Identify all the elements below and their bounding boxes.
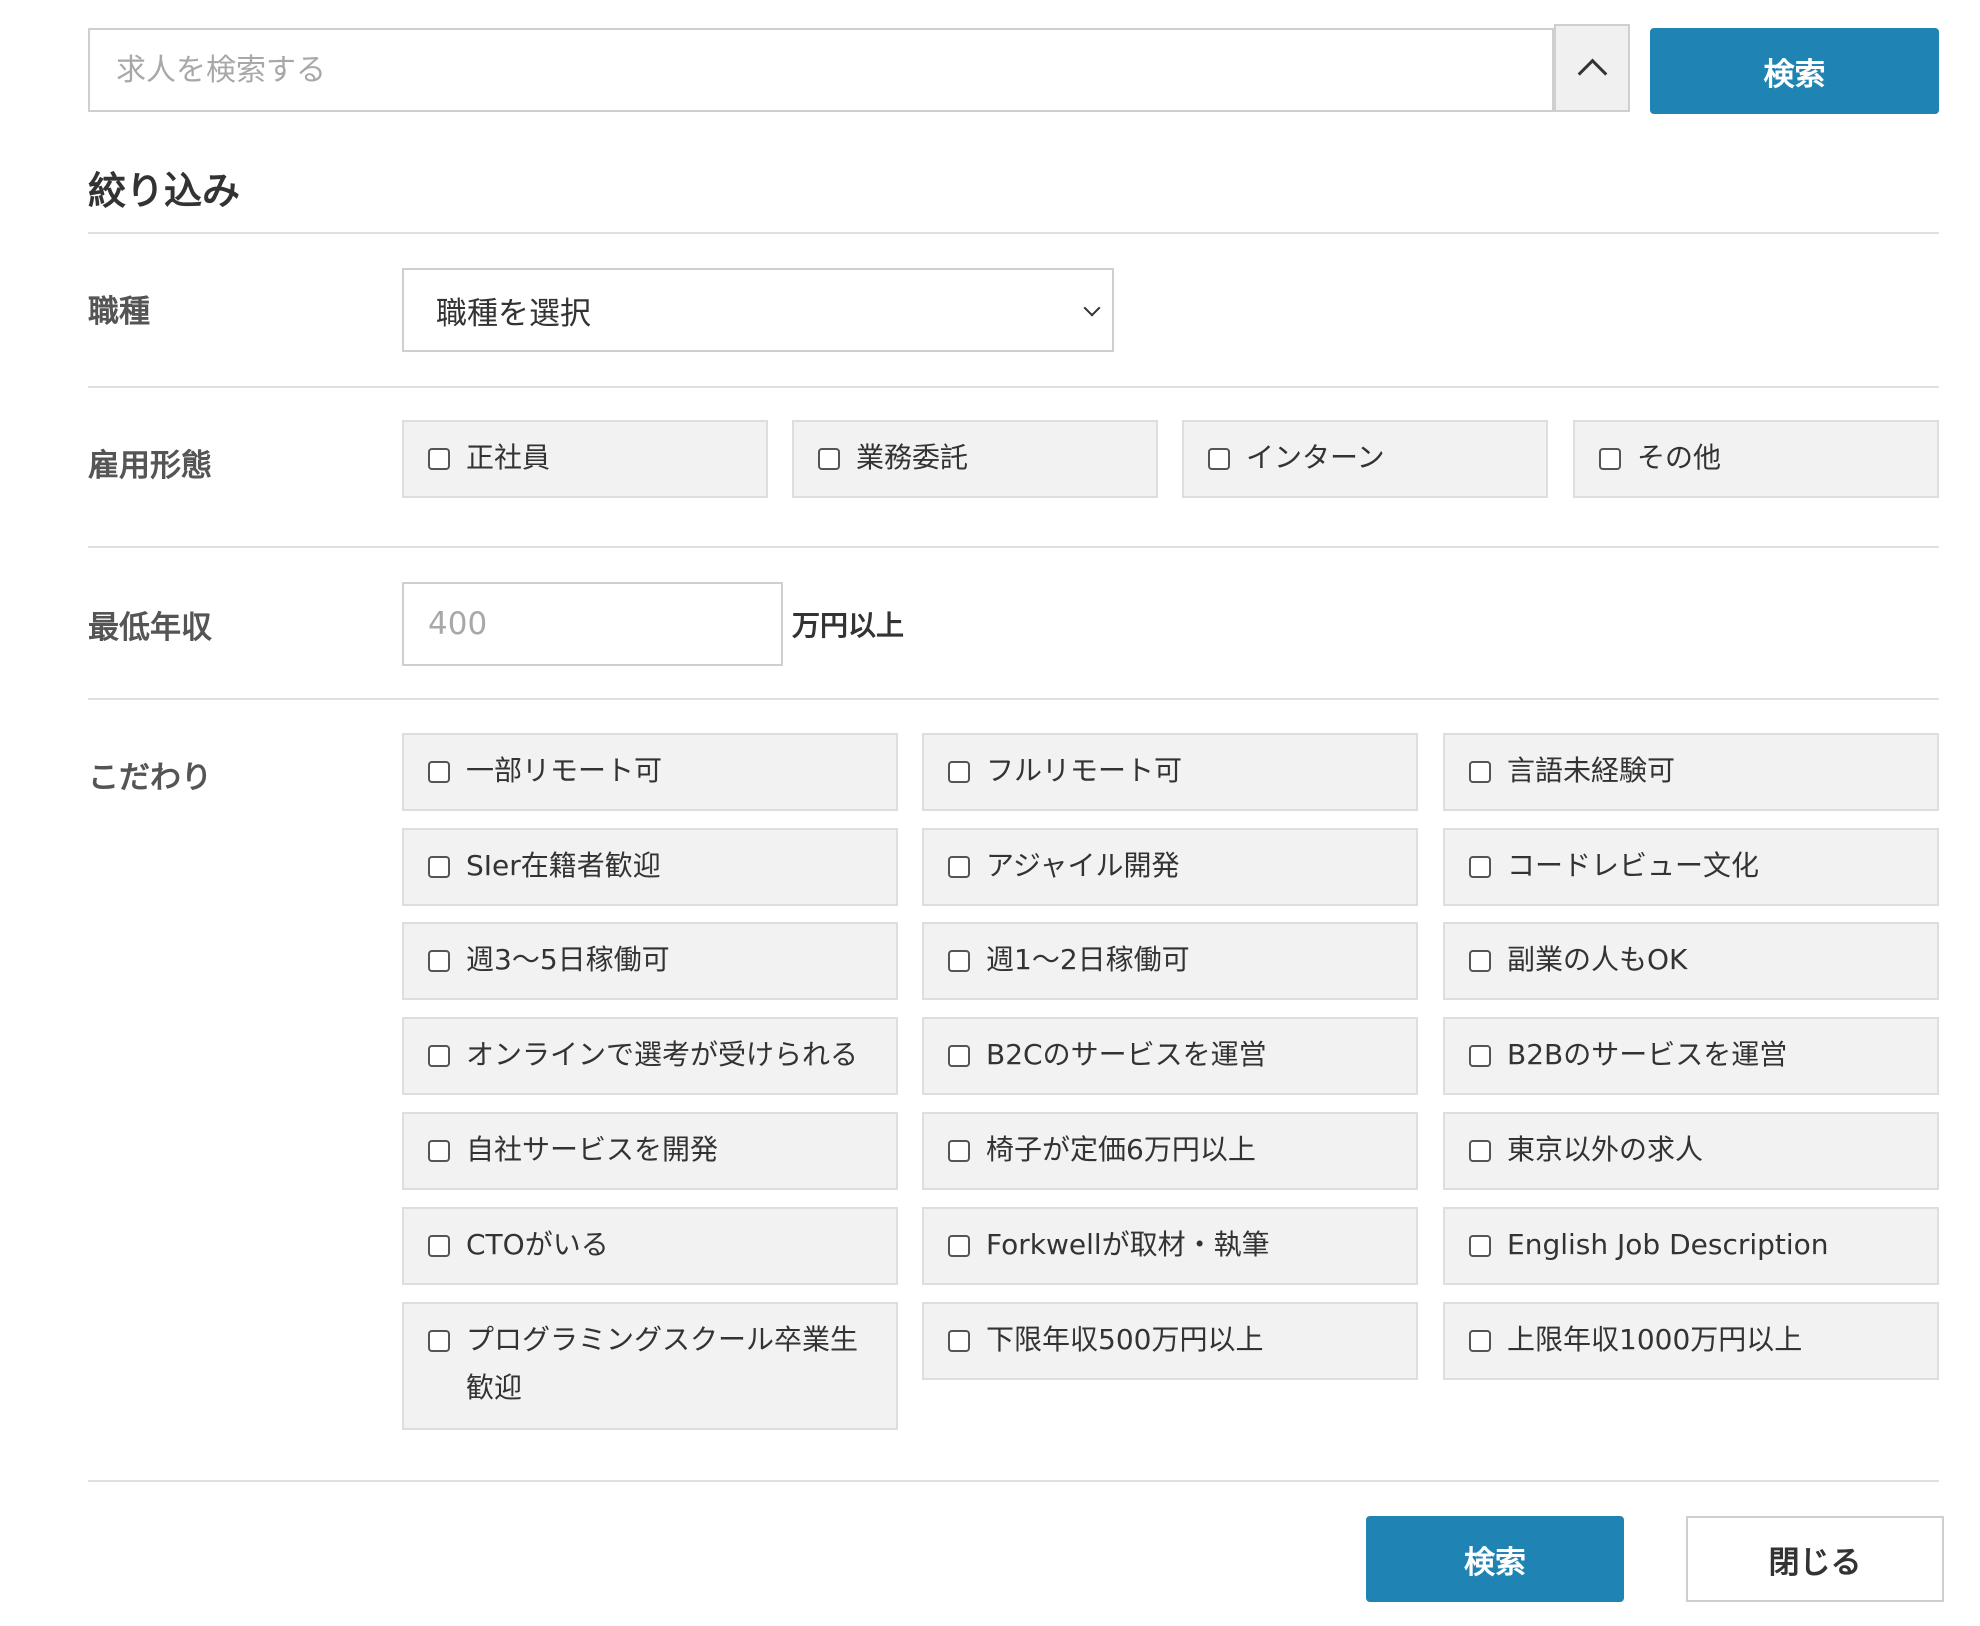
preferences-label: こだわり — [88, 760, 212, 796]
checkbox[interactable] — [1469, 1235, 1491, 1257]
preference-option[interactable]: 週3〜5日稼働可 — [402, 922, 898, 1000]
checkbox[interactable] — [818, 448, 840, 470]
employment-option-label: 正社員 — [466, 441, 551, 474]
search-button[interactable]: 検索 — [1650, 28, 1939, 114]
preference-option[interactable]: プログラミングスクール卒業生歓迎 — [402, 1302, 898, 1430]
preference-option-label: Forkwellが取材・執筆 — [986, 1228, 1270, 1261]
preference-option-label: 週3〜5日稼働可 — [466, 943, 670, 976]
employment-option-label: インターン — [1246, 441, 1385, 474]
preference-option-label: 上限年収1000万円以上 — [1507, 1323, 1803, 1356]
checkbox[interactable] — [1469, 856, 1491, 878]
filter-title: 絞り込み — [88, 169, 241, 213]
preference-option[interactable]: フルリモート可 — [922, 733, 1418, 811]
preference-option-label: コードレビュー文化 — [1507, 849, 1760, 882]
min-salary-input[interactable] — [402, 582, 783, 666]
job-type-selected: 職種を選択 — [436, 295, 591, 332]
divider — [88, 546, 1939, 548]
employment-option-label: 業務委託 — [856, 441, 969, 474]
preference-option[interactable]: アジャイル開発 — [922, 828, 1418, 906]
preference-option[interactable]: コードレビュー文化 — [1443, 828, 1939, 906]
preference-option-label: SIer在籍者歓迎 — [466, 849, 661, 882]
preference-option[interactable]: 週1〜2日稼働可 — [922, 922, 1418, 1000]
collapse-filter-button[interactable] — [1554, 24, 1630, 112]
preference-option-label: 週1〜2日稼働可 — [986, 943, 1190, 976]
checkbox[interactable] — [428, 761, 450, 783]
checkbox[interactable] — [428, 1045, 450, 1067]
close-button[interactable]: 閉じる — [1686, 1516, 1944, 1602]
employment-option[interactable]: 正社員 — [402, 420, 768, 498]
checkbox[interactable] — [948, 761, 970, 783]
checkbox[interactable] — [948, 1140, 970, 1162]
employment-label: 雇用形態 — [88, 448, 212, 484]
preference-option-label: プログラミングスクール卒業生歓迎 — [466, 1323, 859, 1404]
preference-option[interactable]: 自社サービスを開発 — [402, 1112, 898, 1190]
checkbox[interactable] — [948, 1045, 970, 1067]
checkbox[interactable] — [948, 950, 970, 972]
preference-option-label: CTOがいる — [466, 1228, 609, 1261]
checkbox[interactable] — [428, 1235, 450, 1257]
preference-option[interactable]: 一部リモート可 — [402, 733, 898, 811]
preference-option-label: オンラインで選考が受けられる — [466, 1038, 859, 1071]
checkbox[interactable] — [428, 1330, 450, 1352]
checkbox[interactable] — [1469, 1140, 1491, 1162]
preference-option[interactable]: 言語未経験可 — [1443, 733, 1939, 811]
checkbox[interactable] — [1469, 1045, 1491, 1067]
divider — [88, 1480, 1939, 1482]
chevron-down-icon — [1083, 299, 1101, 317]
checkbox[interactable] — [1208, 448, 1230, 470]
preference-option[interactable]: 下限年収500万円以上 — [922, 1302, 1418, 1380]
preference-option-label: アジャイル開発 — [986, 849, 1180, 882]
preference-option[interactable]: Forkwellが取材・執筆 — [922, 1207, 1418, 1285]
preference-option-label: B2Cのサービスを運営 — [986, 1038, 1267, 1071]
checkbox[interactable] — [1469, 950, 1491, 972]
preference-option[interactable]: English Job Description — [1443, 1207, 1939, 1285]
preference-option-label: English Job Description — [1507, 1228, 1829, 1261]
preference-option-label: 東京以外の求人 — [1507, 1133, 1704, 1166]
preference-option[interactable]: 副業の人もOK — [1443, 922, 1939, 1000]
preference-option-label: フルリモート可 — [986, 754, 1183, 787]
employment-option[interactable]: その他 — [1573, 420, 1939, 498]
job-type-label: 職種 — [88, 294, 150, 330]
checkbox[interactable] — [1599, 448, 1621, 470]
employment-option-label: その他 — [1637, 441, 1722, 474]
checkbox[interactable] — [948, 1330, 970, 1352]
job-type-select[interactable]: 職種を選択 — [402, 268, 1114, 352]
preference-option-label: 椅子が定価6万円以上 — [986, 1133, 1256, 1166]
employment-option[interactable]: 業務委託 — [792, 420, 1158, 498]
divider — [88, 698, 1939, 700]
checkbox[interactable] — [948, 856, 970, 878]
checkbox[interactable] — [428, 856, 450, 878]
preference-option-label: 下限年収500万円以上 — [986, 1323, 1264, 1356]
min-salary-label: 最低年収 — [88, 610, 212, 646]
checkbox[interactable] — [948, 1235, 970, 1257]
search-input[interactable] — [88, 28, 1554, 112]
preference-option-label: 自社サービスを開発 — [466, 1133, 719, 1166]
salary-unit: 万円以上 — [792, 609, 905, 642]
checkbox[interactable] — [428, 448, 450, 470]
preference-option[interactable]: SIer在籍者歓迎 — [402, 828, 898, 906]
preference-option[interactable]: B2Bのサービスを運営 — [1443, 1017, 1939, 1095]
preference-option[interactable]: B2Cのサービスを運営 — [922, 1017, 1418, 1095]
preference-option[interactable]: 東京以外の求人 — [1443, 1112, 1939, 1190]
preference-option-label: 言語未経験可 — [1507, 754, 1676, 787]
preference-option-label: 一部リモート可 — [466, 754, 663, 787]
preference-option[interactable]: CTOがいる — [402, 1207, 898, 1285]
preference-option-label: B2Bのサービスを運営 — [1507, 1038, 1788, 1071]
checkbox[interactable] — [1469, 761, 1491, 783]
checkbox[interactable] — [428, 950, 450, 972]
preference-option-label: 副業の人もOK — [1507, 943, 1688, 976]
preference-option[interactable]: 椅子が定価6万円以上 — [922, 1112, 1418, 1190]
preference-option[interactable]: 上限年収1000万円以上 — [1443, 1302, 1939, 1380]
chevron-up-icon — [1577, 58, 1607, 88]
divider — [88, 232, 1939, 234]
checkbox[interactable] — [1469, 1330, 1491, 1352]
preference-option[interactable]: オンラインで選考が受けられる — [402, 1017, 898, 1095]
apply-search-button[interactable]: 検索 — [1366, 1516, 1624, 1602]
divider — [88, 386, 1939, 388]
employment-option[interactable]: インターン — [1182, 420, 1548, 498]
checkbox[interactable] — [428, 1140, 450, 1162]
